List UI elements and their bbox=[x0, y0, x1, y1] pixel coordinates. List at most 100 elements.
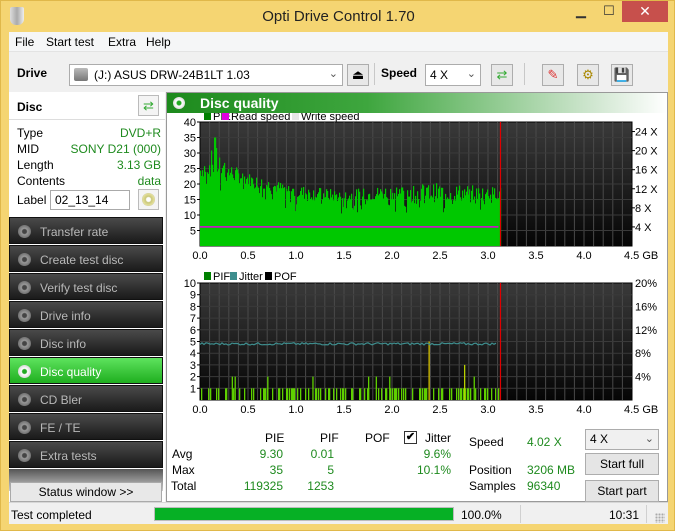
save-icon: 💾 bbox=[613, 67, 631, 82]
info-value: SONY D21 (000) bbox=[70, 142, 162, 156]
row-label-avg: Avg bbox=[172, 447, 193, 461]
eject-button[interactable]: ⏏ bbox=[347, 64, 369, 86]
speed-select[interactable]: 4 X ⌄ bbox=[425, 64, 481, 86]
x-tick-label: 4.0 bbox=[576, 404, 591, 416]
x-tick-label: 1.0 bbox=[288, 250, 303, 262]
test-speed-select[interactable]: 4 X ⌄ bbox=[585, 429, 659, 450]
minimize-button[interactable]: ▁ bbox=[567, 1, 595, 22]
disc-quality-panel: Disc quality 40 35 30 25 20 15 10 5 24 X 20 X 16 X… bbox=[166, 92, 668, 502]
info-key: MID bbox=[17, 142, 39, 156]
x-tick-label: 1.5 bbox=[336, 404, 351, 416]
y-tick-label: 25 bbox=[184, 164, 196, 176]
pif-bar bbox=[438, 388, 440, 400]
nav-item-disc-info[interactable]: Disc info bbox=[9, 329, 163, 356]
toolbar: Drive (J:) ASUS DRW-24B1LT 1.03 ⌄ ⏏ Spee… bbox=[9, 53, 668, 91]
x-tick-label: 2.5 bbox=[432, 250, 447, 262]
pif-bar bbox=[233, 388, 235, 400]
nav-item-fe-te[interactable]: FE / TE bbox=[9, 413, 163, 440]
pif-bar bbox=[442, 388, 444, 400]
drive-icon bbox=[74, 68, 88, 81]
jitter-checkbox[interactable]: ✔ bbox=[404, 431, 417, 444]
avg-pif: 0.01 bbox=[310, 447, 334, 461]
y2-tick-label: 16 X bbox=[635, 165, 658, 177]
nav-item-transfer-rate[interactable]: Transfer rate bbox=[9, 217, 163, 244]
pif-bar bbox=[282, 388, 284, 400]
max-jitter: 10.1% bbox=[416, 463, 451, 477]
settings-button[interactable]: ⚙ bbox=[577, 64, 599, 86]
disc-test-icon bbox=[18, 393, 31, 406]
nav-item-extra-tests[interactable]: Extra tests bbox=[9, 441, 163, 468]
close-button[interactable]: ✕ bbox=[622, 1, 668, 22]
label-apply-button[interactable] bbox=[138, 189, 159, 210]
eject-icon: ⏏ bbox=[351, 67, 365, 82]
pif-bar bbox=[368, 376, 370, 400]
pif-bar bbox=[401, 388, 403, 400]
pif-bar bbox=[475, 388, 477, 400]
pif-bar bbox=[320, 388, 322, 400]
total-pie: 119325 bbox=[243, 479, 283, 493]
x-tick-label: 3.5 bbox=[528, 404, 543, 416]
pif-bar bbox=[405, 388, 407, 400]
pif-bar bbox=[329, 388, 331, 400]
legend-swatch bbox=[265, 272, 272, 280]
speed-select-value: 4 X bbox=[430, 68, 449, 82]
nav-item-label: Drive info bbox=[40, 309, 91, 323]
resize-grip[interactable] bbox=[655, 513, 665, 523]
label-key: Label bbox=[17, 193, 47, 207]
pif-bar bbox=[265, 388, 267, 400]
maximize-button[interactable]: ☐ bbox=[595, 1, 623, 22]
pif-bar bbox=[218, 388, 220, 400]
erase-button[interactable]: ✎ bbox=[542, 64, 564, 86]
pif-bar bbox=[260, 388, 262, 400]
legend-label: POF bbox=[274, 271, 297, 283]
nav-item-drive-info[interactable]: Drive info bbox=[9, 301, 163, 328]
pif-bar bbox=[433, 388, 435, 400]
x-tick-label: 3.0 bbox=[480, 250, 495, 262]
save-button[interactable]: 💾 bbox=[611, 64, 633, 86]
pif-bar bbox=[253, 388, 255, 400]
drive-select-value: (J:) ASUS DRW-24B1LT 1.03 bbox=[94, 68, 250, 82]
nav-item-create-test-disc[interactable]: Create test disc bbox=[9, 245, 163, 272]
disc-test-icon bbox=[18, 449, 31, 462]
disc-refresh-button[interactable]: ⇄ bbox=[138, 95, 159, 116]
disc-quality-icon bbox=[173, 97, 185, 109]
start-part-button[interactable]: Start part bbox=[585, 480, 659, 502]
pif-bar bbox=[392, 388, 394, 400]
nav-item-disc-quality[interactable]: Disc quality bbox=[9, 357, 163, 384]
pif-bar bbox=[364, 388, 366, 400]
menu-help[interactable]: Help bbox=[146, 35, 171, 49]
refresh-icon: ⇄ bbox=[496, 67, 508, 82]
status-window-button[interactable]: Status window >> bbox=[10, 482, 162, 502]
charts-area: 40353025201510524 X20 X16 X12 X8 X4 X0.0… bbox=[184, 113, 658, 416]
disc-label-input[interactable]: 02_13_14 bbox=[50, 190, 130, 210]
speed-label: Speed bbox=[381, 66, 418, 80]
y-tick-label: 40 bbox=[184, 117, 196, 129]
speed-value: 4.02 X bbox=[527, 435, 562, 449]
y-tick-label: 6 bbox=[190, 325, 196, 337]
progress-fill bbox=[155, 508, 453, 520]
pif-bar bbox=[226, 388, 228, 400]
pif-bar bbox=[386, 388, 388, 400]
pif-bar bbox=[210, 388, 212, 400]
max-pif: 5 bbox=[327, 463, 334, 477]
x-tick-label: 3.5 bbox=[528, 250, 543, 262]
y-tick-label: 30 bbox=[184, 148, 196, 160]
refresh-button[interactable]: ⇄ bbox=[491, 64, 513, 86]
speed-label: Speed bbox=[469, 435, 504, 449]
nav-item-cd-bler[interactable]: CD Bler bbox=[9, 385, 163, 412]
y-tick-label: 5 bbox=[190, 226, 196, 238]
menu-file[interactable]: File bbox=[15, 35, 34, 49]
menu-start-test[interactable]: Start test bbox=[46, 35, 94, 49]
pif-bar bbox=[279, 388, 281, 400]
drive-select[interactable]: (J:) ASUS DRW-24B1LT 1.03 ⌄ bbox=[69, 64, 343, 86]
disc-test-icon bbox=[18, 365, 31, 378]
y-tick-label: 3 bbox=[190, 360, 196, 372]
start-full-button[interactable]: Start full bbox=[585, 453, 659, 475]
nav-item-label: Verify test disc bbox=[40, 281, 118, 295]
avg-pie: 9.30 bbox=[259, 447, 283, 461]
y2-tick-label: 4% bbox=[635, 372, 651, 384]
y2-tick-label: 20 X bbox=[635, 146, 658, 158]
pif-bar bbox=[201, 388, 203, 400]
menu-extra[interactable]: Extra bbox=[108, 35, 136, 49]
nav-item-verify-test-disc[interactable]: Verify test disc bbox=[9, 273, 163, 300]
